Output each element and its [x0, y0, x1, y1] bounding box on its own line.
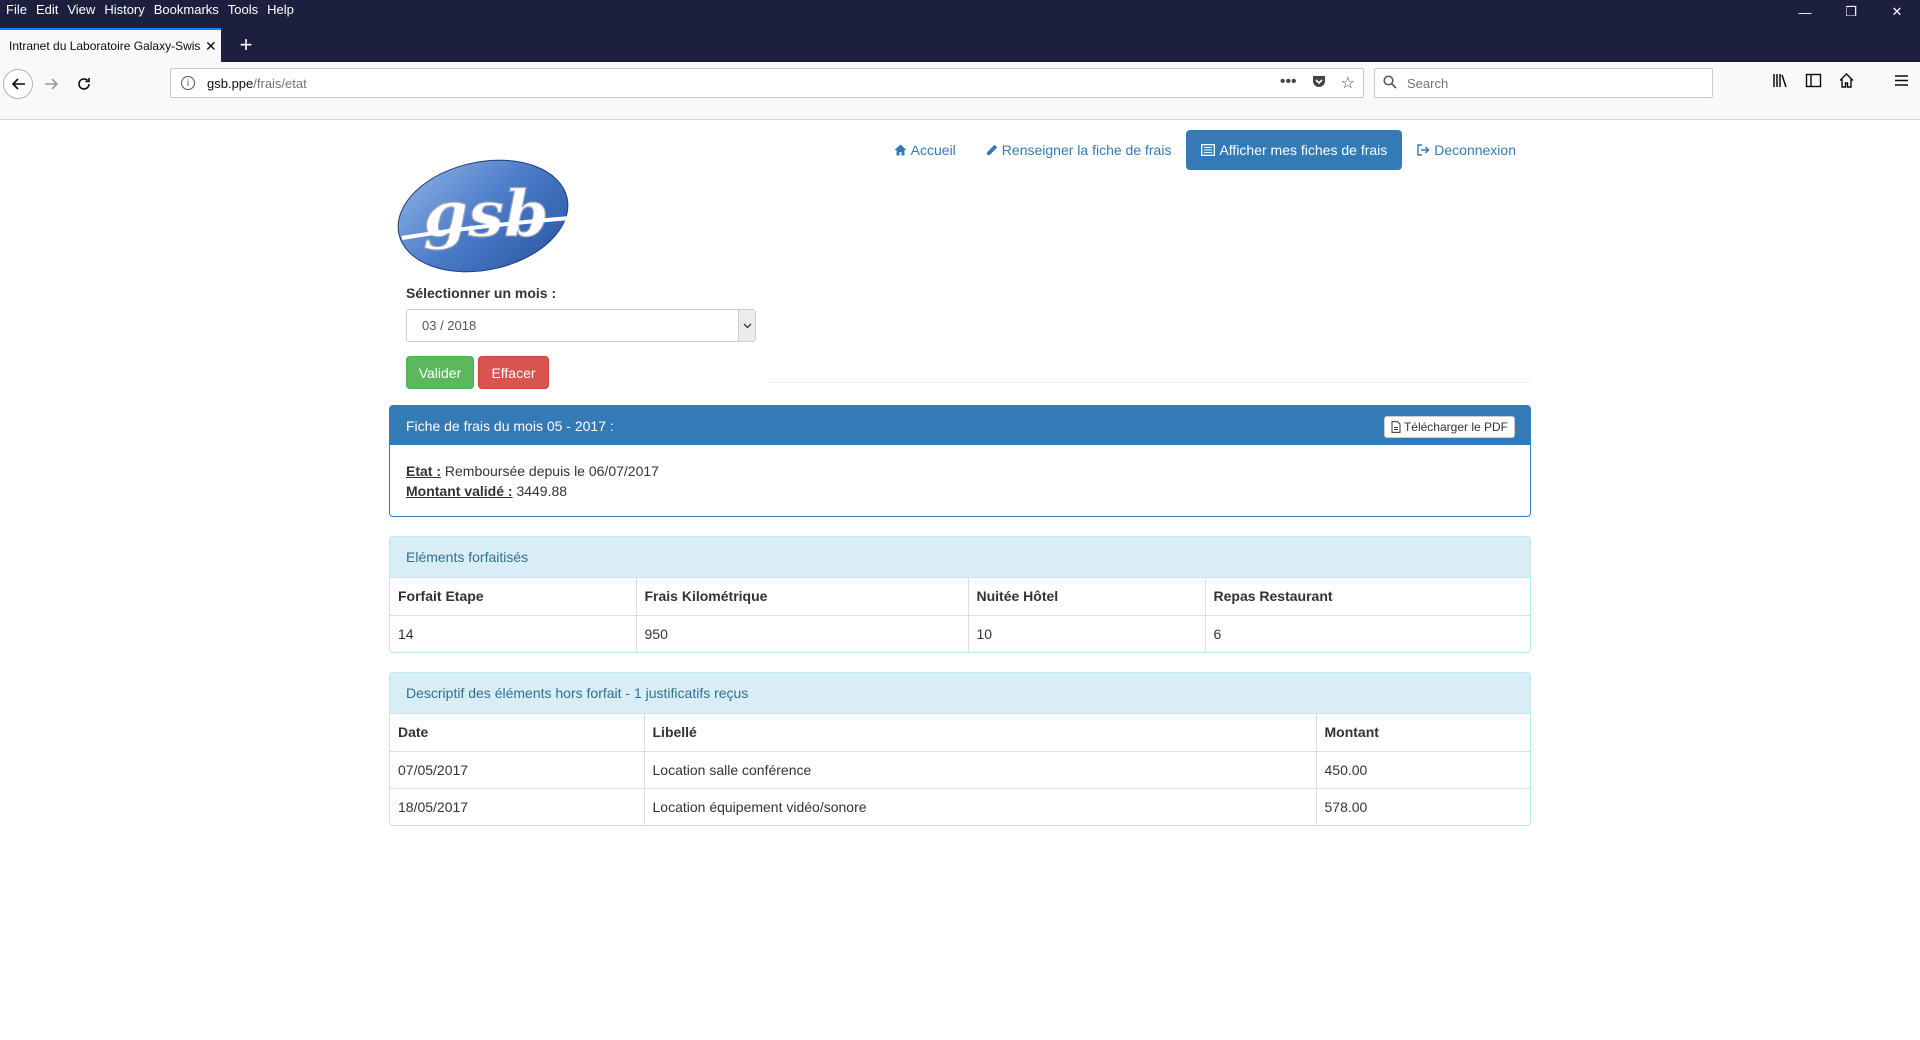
- hors-forfait-panel: Descriptif des éléments hors forfait - 1…: [389, 672, 1531, 826]
- month-select[interactable]: 03 / 2018: [406, 309, 756, 342]
- valider-button[interactable]: Valider: [406, 356, 474, 389]
- table-cell: 14: [390, 614, 637, 652]
- effacer-button[interactable]: Effacer: [478, 356, 549, 389]
- menu-file[interactable]: File: [6, 2, 27, 17]
- table-row: 18/05/2017 Location équipement vidéo/son…: [390, 787, 1530, 825]
- month-select-value: 03 / 2018: [422, 318, 477, 333]
- etat-value: Remboursée depuis le 06/07/2017: [444, 463, 659, 479]
- month-select-label: Sélectionner un mois :: [406, 285, 557, 301]
- table-row: 14 950 10 6: [390, 614, 1530, 652]
- search-placeholder: Search: [1407, 75, 1449, 91]
- table-cell: 578.00: [1316, 787, 1530, 825]
- list-alt-icon: [1201, 144, 1216, 156]
- table-cell: 6: [1205, 614, 1530, 652]
- table-cell: 10: [968, 614, 1206, 652]
- url-bar[interactable]: i gsb.ppe/frais/etat ••• ☆: [170, 68, 1364, 98]
- table-cell: 450.00: [1316, 750, 1530, 788]
- column-header: Frais Kilométrique: [636, 578, 969, 615]
- column-header: Montant: [1324, 724, 1379, 741]
- table-row: 07/05/2017 Location salle conférence 450…: [390, 750, 1530, 788]
- column-header: Libellé: [644, 714, 1317, 751]
- hamburger-menu-icon[interactable]: [1893, 72, 1910, 94]
- home-icon: [894, 144, 907, 156]
- forfait-panel: Eléments forfaitisés Forfait Etape Frais…: [389, 536, 1531, 653]
- reload-icon[interactable]: [69, 69, 99, 99]
- column-header: Nuitée Hôtel: [968, 578, 1206, 615]
- page-content: Accueil Renseigner la fiche de frais Aff…: [0, 120, 1920, 1040]
- fiche-title: Fiche de frais du mois 05 - 2017 :: [406, 417, 614, 434]
- nav-afficher-label: Afficher mes fiches de frais: [1219, 142, 1388, 158]
- file-pdf-icon: [1391, 421, 1401, 433]
- url-text: gsb.ppe/frais/etat: [207, 75, 307, 91]
- tab-close-icon[interactable]: ✕: [205, 38, 217, 55]
- forfait-table: Forfait Etape Frais Kilométrique Nuitée …: [390, 578, 1530, 652]
- fiche-panel-header: Fiche de frais du mois 05 - 2017 : Téléc…: [390, 406, 1530, 445]
- download-pdf-button[interactable]: Télécharger le PDF: [1383, 416, 1515, 438]
- table-header-row: Forfait Etape Frais Kilométrique Nuitée …: [390, 578, 1530, 615]
- forward-arrow-icon[interactable]: [37, 69, 67, 99]
- etat-line: Etat : Remboursée depuis le 06/07/2017: [406, 461, 1514, 481]
- menu-bookmarks[interactable]: Bookmarks: [154, 2, 219, 17]
- montant-label: Montant validé :: [406, 483, 513, 499]
- hors-forfait-panel-header: Descriptif des éléments hors forfait - 1…: [390, 673, 1530, 714]
- table-cell: 950: [636, 614, 969, 652]
- content-container: Accueil Renseigner la fiche de frais Aff…: [389, 120, 1531, 826]
- top-navigation: Accueil Renseigner la fiche de frais Aff…: [879, 130, 1531, 170]
- table-cell: 18/05/2017: [390, 787, 645, 825]
- pencil-icon: [986, 144, 997, 155]
- etat-label: Etat :: [406, 463, 441, 479]
- column-header: Forfait Etape: [390, 578, 637, 615]
- chevron-down-icon[interactable]: [738, 310, 755, 341]
- menu-history[interactable]: History: [104, 2, 144, 17]
- nav-toolbar: i gsb.ppe/frais/etat ••• ☆ Search: [0, 62, 1920, 120]
- url-actions: ••• ☆: [1280, 73, 1355, 94]
- nav-deconnexion[interactable]: Deconnexion: [1402, 132, 1531, 168]
- svg-text:gsb: gsb: [423, 177, 549, 252]
- info-icon[interactable]: i: [181, 76, 195, 90]
- download-pdf-label: Télécharger le PDF: [1403, 420, 1508, 434]
- nav-afficher[interactable]: Afficher mes fiches de frais: [1186, 130, 1403, 170]
- home-icon[interactable]: [1838, 72, 1855, 94]
- montant-value: 3449.88: [516, 483, 568, 499]
- nav-accueil-label: Accueil: [910, 142, 956, 158]
- nav-accueil[interactable]: Accueil: [879, 132, 971, 168]
- column-header: Repas Restaurant: [1213, 588, 1333, 605]
- table-cell: Location équipement vidéo/sonore: [644, 787, 1317, 825]
- back-arrow-icon[interactable]: [3, 69, 33, 99]
- fiche-panel: Fiche de frais du mois 05 - 2017 : Téléc…: [389, 405, 1531, 517]
- nav-renseigner[interactable]: Renseigner la fiche de frais: [971, 132, 1187, 168]
- nav-deconnexion-label: Deconnexion: [1434, 142, 1516, 158]
- pocket-icon[interactable]: [1311, 73, 1327, 94]
- fiche-panel-body: Etat : Remboursée depuis le 06/07/2017 M…: [390, 445, 1530, 516]
- montant-line: Montant validé : 3449.88: [406, 481, 1514, 501]
- column-header: Date: [390, 714, 645, 751]
- bookmark-star-icon[interactable]: ☆: [1341, 73, 1355, 94]
- new-tab-icon[interactable]: +: [229, 28, 263, 62]
- menu-edit[interactable]: Edit: [36, 2, 58, 17]
- tab-title: Intranet du Laboratoire Galaxy-Swiss: [9, 39, 201, 53]
- toolbar-icons: [1772, 72, 1910, 94]
- menu-tools[interactable]: Tools: [228, 2, 258, 17]
- divider: [769, 382, 1531, 383]
- tab-active[interactable]: Intranet du Laboratoire Galaxy-Swiss ✕: [0, 28, 221, 62]
- menu-bar: File Edit View History Bookmarks Tools H…: [0, 0, 1920, 19]
- more-actions-icon[interactable]: •••: [1280, 73, 1297, 94]
- forfait-panel-header: Eléments forfaitisés: [390, 537, 1530, 578]
- search-bar[interactable]: Search: [1374, 68, 1713, 98]
- search-icon: [1383, 74, 1397, 92]
- logout-icon: [1417, 144, 1430, 156]
- tab-bar: Intranet du Laboratoire Galaxy-Swiss ✕ +: [0, 19, 1920, 62]
- table-header-row: Date Libellé Montant: [390, 714, 1530, 751]
- menu-view[interactable]: View: [67, 2, 95, 17]
- sidebar-icon[interactable]: [1805, 72, 1822, 94]
- table-cell: 07/05/2017: [390, 750, 645, 788]
- gsb-logo: gsb: [394, 158, 572, 273]
- menu-help[interactable]: Help: [267, 2, 294, 17]
- hors-forfait-table: Date Libellé Montant 07/05/2017 Location…: [390, 714, 1530, 825]
- library-icon[interactable]: [1772, 72, 1789, 94]
- nav-renseigner-label: Renseigner la fiche de frais: [1001, 142, 1172, 158]
- table-cell: Location salle conférence: [644, 750, 1317, 788]
